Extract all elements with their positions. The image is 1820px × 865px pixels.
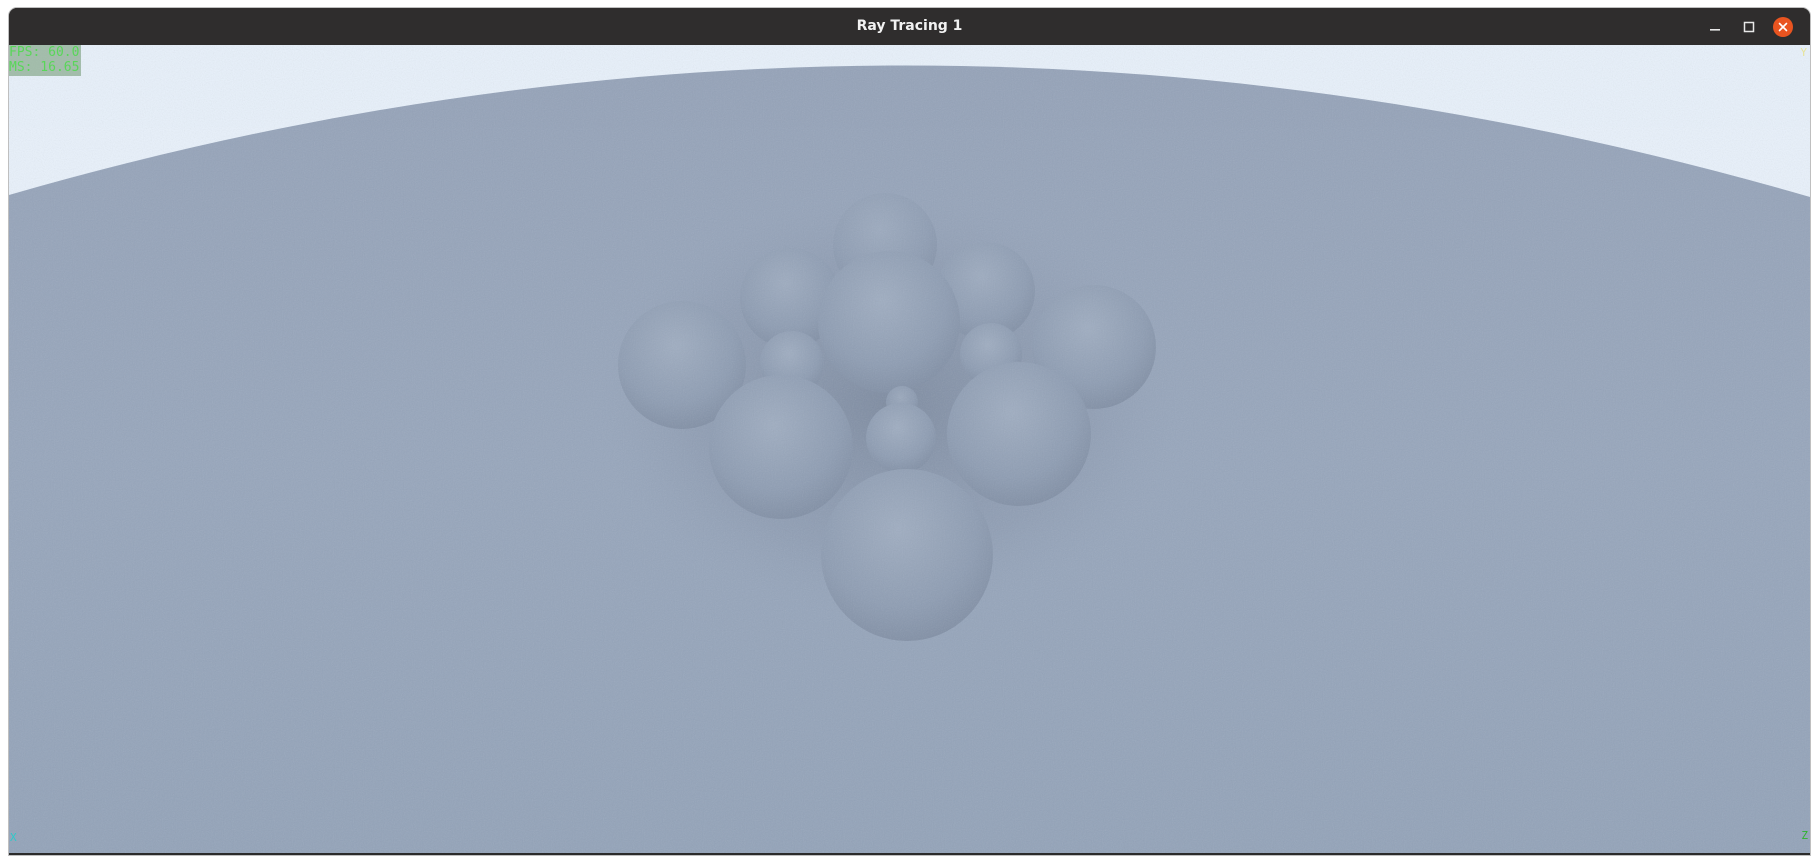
axis-marker-y: Y	[1800, 46, 1807, 59]
axis-marker-x: X	[10, 831, 17, 844]
title-bar[interactable]: Ray Tracing 1	[9, 8, 1810, 45]
minimize-icon	[1710, 29, 1720, 31]
scene-render	[9, 45, 1810, 853]
close-button[interactable]	[1772, 16, 1794, 38]
ms-readout: MS: 16.65	[9, 60, 80, 75]
close-button-circle	[1773, 17, 1793, 37]
fps-readout: FPS: 60.0	[9, 45, 80, 60]
axis-marker-z: Z	[1801, 829, 1808, 842]
render-noise	[9, 45, 1810, 853]
maximize-icon	[1743, 21, 1755, 33]
render-viewport[interactable]: FPS: 60.0 MS: 16.65 Y X Z	[9, 45, 1810, 853]
maximize-button[interactable]	[1738, 16, 1760, 38]
fps-overlay: FPS: 60.0 MS: 16.65	[9, 45, 81, 76]
window-title: Ray Tracing 1	[856, 18, 963, 34]
app-window: Ray Tracing 1 FPS: 60.0 MS: 16.65 Y X Z	[9, 8, 1810, 855]
minimize-button[interactable]	[1704, 16, 1726, 38]
close-icon	[1778, 22, 1788, 32]
window-bottom-border	[9, 853, 1810, 855]
